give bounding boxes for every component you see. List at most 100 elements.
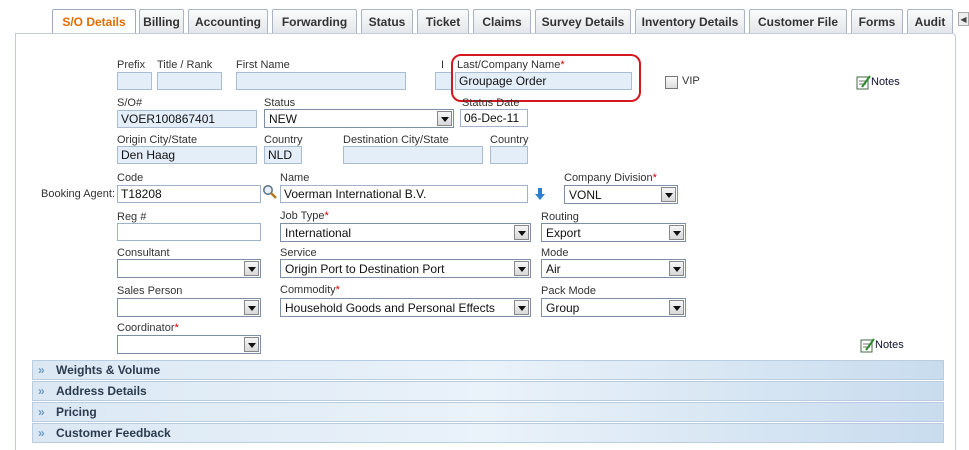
tab-forwarding[interactable]: Forwarding [272, 9, 357, 33]
status-date-label: Status Date [462, 97, 520, 109]
title-rank-label: Title / Rank [157, 59, 213, 71]
double-chevron-right-icon: » [38, 405, 45, 419]
notes-icon [856, 75, 871, 90]
chevron-down-icon [669, 261, 684, 276]
pack-mode-select[interactable]: Group [541, 298, 686, 317]
tab-billing[interactable]: Billing [139, 9, 184, 33]
chevron-down-icon [244, 300, 259, 315]
coordinator-select[interactable] [117, 335, 261, 354]
prefix-field[interactable] [117, 72, 152, 90]
vip-label: VIP [682, 75, 700, 87]
booking-agent-name-field[interactable]: Voerman International B.V. [280, 185, 528, 203]
origin-city-label: Origin City/State [117, 134, 198, 146]
notes-label: Notes [875, 339, 904, 351]
service-label: Service [280, 247, 317, 259]
pack-mode-label: Pack Mode [541, 285, 597, 297]
arrow-down-icon[interactable] [532, 186, 548, 202]
job-type-label: Job Type* [280, 210, 329, 222]
required-marker: * [324, 210, 329, 222]
double-chevron-right-icon: » [38, 384, 45, 398]
mode-value: Air [546, 262, 561, 276]
consultant-label: Consultant [117, 247, 170, 259]
service-select[interactable]: Origin Port to Destination Port [280, 259, 531, 278]
notes-label: Notes [871, 76, 900, 88]
company-division-label: Company Division* [564, 172, 657, 184]
highlight-annotation [451, 54, 641, 102]
section-weights-volume[interactable]: » Weights & Volume [32, 360, 944, 380]
origin-country-label: Country [264, 134, 303, 146]
first-name-label: First Name [236, 59, 290, 71]
status-value: NEW [269, 112, 297, 126]
required-marker: * [652, 172, 657, 184]
double-chevron-right-icon: » [38, 426, 45, 440]
title-rank-field[interactable] [157, 72, 222, 90]
status-select[interactable]: NEW [264, 109, 454, 128]
chevron-left-icon[interactable]: ◀ [958, 12, 969, 26]
company-division-select[interactable]: VONL [564, 185, 678, 204]
origin-country-field[interactable]: NLD [264, 146, 302, 164]
agent-name-label: Name [280, 172, 310, 184]
routing-label: Routing [541, 211, 579, 223]
notes-link-2[interactable]: Notes [860, 338, 904, 353]
tab-customer-file[interactable]: Customer File [749, 9, 847, 33]
mode-select[interactable]: Air [541, 259, 686, 278]
origin-city-field[interactable]: Den Haag [117, 146, 257, 164]
notes-link[interactable]: Notes [856, 75, 900, 90]
section-pricing[interactable]: » Pricing [32, 402, 944, 422]
chevron-down-icon [669, 225, 684, 240]
reg-number-label: Reg # [117, 211, 147, 223]
chevron-down-icon [669, 300, 684, 315]
service-value: Origin Port to Destination Port [285, 262, 445, 276]
tab-bar: S/O Details Billing Accounting Forwardin… [52, 9, 969, 34]
initial-field[interactable] [435, 72, 452, 90]
chevron-down-icon [514, 261, 529, 276]
section-title: Pricing [56, 405, 97, 419]
commodity-value: Household Goods and Personal Effects [285, 301, 495, 315]
chevron-down-icon [244, 261, 259, 276]
search-icon[interactable] [262, 184, 278, 200]
section-title: Weights & Volume [56, 363, 161, 377]
sales-person-select[interactable] [117, 298, 261, 317]
tab-claims[interactable]: Claims [473, 9, 531, 33]
section-customer-feedback[interactable]: » Customer Feedback [32, 423, 944, 443]
tab-inventory-details[interactable]: Inventory Details [635, 9, 745, 33]
status-date-field[interactable]: 06-Dec-11 [460, 109, 528, 127]
chevron-down-icon [437, 111, 452, 126]
prefix-label: Prefix [117, 59, 146, 71]
chevron-down-icon [244, 337, 259, 352]
routing-select[interactable]: Export [541, 223, 686, 242]
coordinator-label: Coordinator* [117, 322, 179, 334]
section-title: Customer Feedback [56, 426, 171, 440]
dest-country-field[interactable] [490, 146, 528, 164]
first-name-field[interactable] [236, 72, 406, 90]
initial-label: I [441, 59, 445, 71]
mode-label: Mode [541, 247, 569, 259]
vip-checkbox[interactable] [665, 76, 678, 89]
required-marker: * [174, 322, 179, 334]
job-type-value: International [285, 226, 352, 240]
reg-number-field[interactable] [117, 223, 261, 241]
consultant-select[interactable] [117, 259, 261, 278]
job-type-select[interactable]: International [280, 223, 531, 242]
chevron-down-icon [514, 225, 529, 240]
chevron-down-icon [661, 187, 676, 202]
tab-survey-details[interactable]: Survey Details [535, 9, 631, 33]
tab-ticket[interactable]: Ticket [417, 9, 469, 33]
commodity-select[interactable]: Household Goods and Personal Effects [280, 298, 531, 317]
booking-agent-label: Booking Agent: [41, 188, 116, 200]
sales-person-label: Sales Person [117, 285, 183, 297]
tab-forms[interactable]: Forms [851, 9, 903, 33]
pack-mode-value: Group [546, 301, 580, 315]
section-address-details[interactable]: » Address Details [32, 381, 944, 401]
booking-agent-code-field[interactable]: T18208 [117, 185, 261, 203]
required-marker: * [335, 284, 340, 296]
tab-audit[interactable]: Audit [907, 9, 953, 33]
commodity-label: Commodity* [280, 284, 340, 296]
dest-city-field[interactable] [343, 146, 483, 164]
tab-status[interactable]: Status [361, 9, 413, 33]
so-number-field[interactable]: VOER100867401 [117, 110, 257, 128]
double-chevron-right-icon: » [38, 363, 45, 377]
dest-city-label: Destination City/State [343, 134, 449, 146]
tab-so-details[interactable]: S/O Details [52, 9, 136, 34]
tab-accounting[interactable]: Accounting [188, 9, 268, 33]
